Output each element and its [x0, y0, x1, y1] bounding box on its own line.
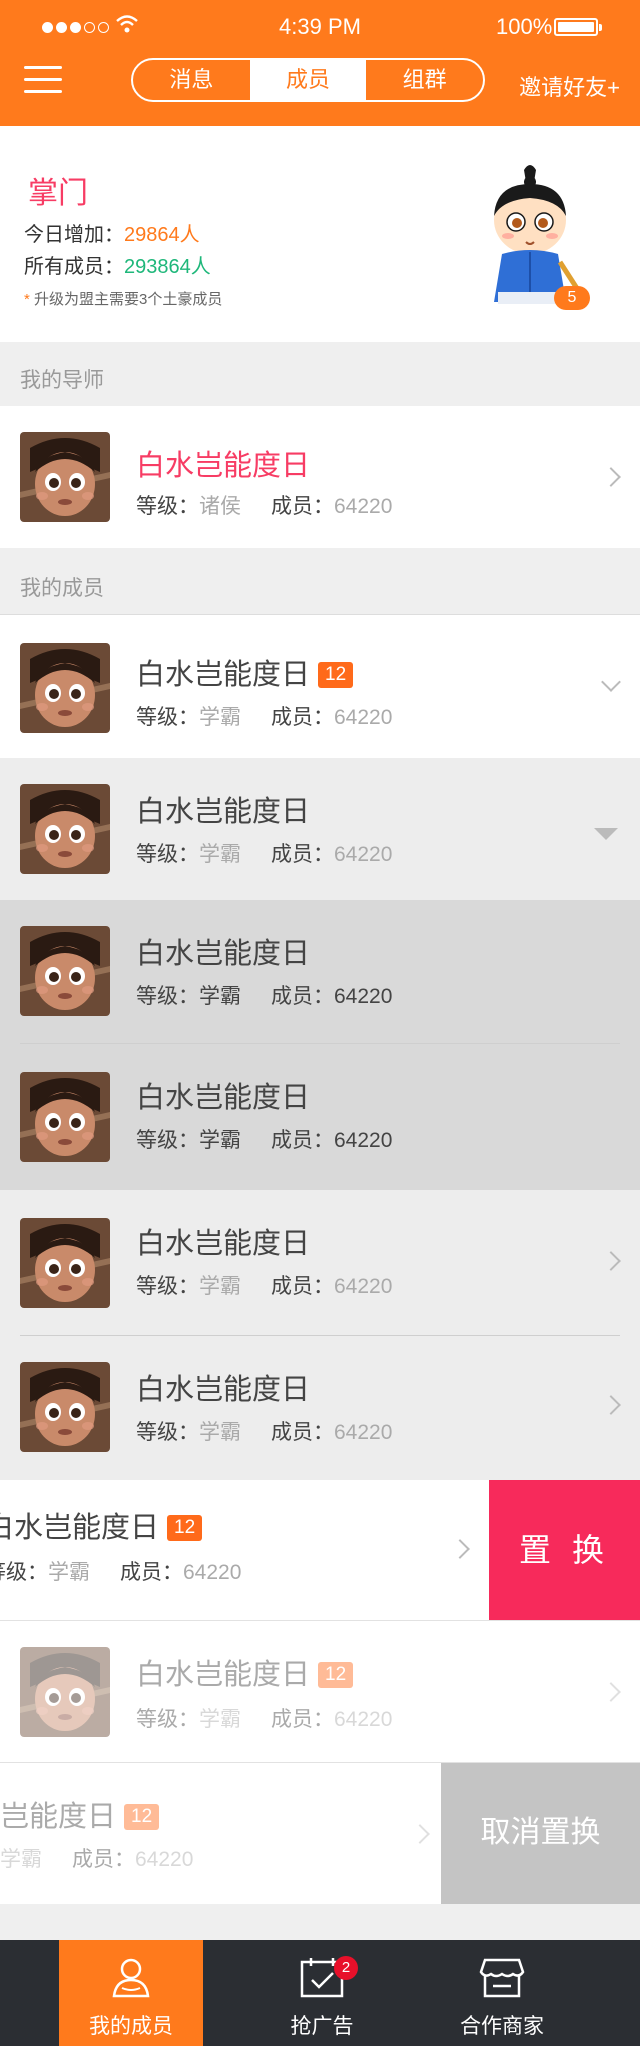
triangle-down-icon[interactable]: [594, 828, 618, 840]
list-item[interactable]: 白水岂能度日 等级：学霸 成员：64220: [0, 900, 640, 1044]
list-item[interactable]: 白水岂能度日 等级：学霸 成员：64220: [0, 1336, 640, 1480]
list-item[interactable]: 白水岂能度日 等级：学霸 成员：64220: [0, 758, 640, 900]
members-section-label: 我的成员: [20, 577, 104, 600]
member-info: 等级：诸侯 成员：64220: [136, 495, 393, 518]
member-name: 白水岂能度日 12: [136, 1651, 354, 1693]
member-name: 白水岂能度日: [136, 1228, 311, 1260]
member-info: 等级：学霸成员：64220: [136, 706, 393, 729]
today-increase: 今日增加：29864人: [24, 224, 200, 246]
chevron-right-icon: [601, 1251, 621, 1271]
notification-badge: 2: [334, 1956, 358, 1980]
avatar: [20, 1072, 110, 1162]
tab-members[interactable]: 成员: [249, 60, 367, 100]
upgrade-note: * 升级为盟主需要3个土豪成员: [24, 291, 223, 308]
member-info: 等级：学霸成员：64220: [136, 1275, 393, 1298]
list-item[interactable]: 白水岂能度日 等级：学霸 成员：64220: [0, 1190, 640, 1336]
member-name: 白水岂能度日: [136, 450, 311, 482]
member-name: 白水岂能度日 12: [136, 651, 354, 693]
chevron-right-icon: [601, 1395, 621, 1415]
chevron-right-icon: [601, 467, 621, 487]
list-item-swiped[interactable]: 岂能度日 12 学霸 成员：64220 取消置换: [0, 1762, 640, 1904]
mentor-row[interactable]: 白水岂能度日 等级：诸侯 成员：64220: [0, 406, 640, 548]
count-badge: 12: [318, 662, 354, 688]
segment-tabs: 消息 成员 组群: [131, 58, 485, 102]
bottom-tab-bar: 我的成员 2 抢广告 合作商家: [0, 1940, 640, 2046]
tab-partner-merchants[interactable]: 合作商家: [430, 1940, 574, 2046]
member-name: 白水岂能度日: [136, 938, 311, 970]
list-item-swiped[interactable]: 白水岂能度日12 等级：学霸成员：64220 置 换: [0, 1480, 640, 1620]
list-item[interactable]: 白水岂能度日 12 等级：学霸 成员：64220: [0, 1620, 640, 1762]
avatar: [20, 926, 110, 1016]
count-badge: 12: [124, 1804, 160, 1830]
avatar: [20, 784, 110, 874]
mentor-section-label: 我的导师: [20, 369, 104, 392]
avatar: [20, 1218, 110, 1308]
avatar: [20, 432, 110, 522]
member-name: 白水岂能度日: [136, 1082, 311, 1114]
status-bar: 4:39 PM 100%: [0, 14, 640, 39]
avatar: [20, 1362, 110, 1452]
profile-card: 掌门 今日增加：29864人 所有成员：293864人 * 升级为盟主需要3个土…: [0, 126, 640, 342]
list-item[interactable]: 白水岂能度日 等级：学霸 成员：64220: [0, 1044, 640, 1190]
list-item[interactable]: 白水岂能度日 12 等级：学霸 成员：64220: [0, 614, 640, 758]
member-info: 等级：学霸成员：64220: [136, 1421, 393, 1444]
member-info: 等级：学霸成员：64220: [0, 1561, 242, 1584]
swap-button[interactable]: 置 换: [489, 1480, 640, 1620]
member-name: 岂能度日 12: [0, 1793, 160, 1835]
total-members: 所有成员：293864人: [24, 256, 211, 278]
battery-icon: [554, 18, 602, 36]
tab-label: 我的成员: [89, 2015, 173, 2038]
member-info: 等级：学霸成员：64220: [136, 985, 393, 1008]
invite-friends-button[interactable]: 邀请好友+: [519, 70, 620, 102]
member-info: 等级：学霸成员：64220: [136, 1129, 393, 1152]
chevron-down-icon[interactable]: [601, 672, 621, 692]
rank-title: 掌门: [28, 177, 88, 210]
today-increase-value: 29864人: [124, 224, 200, 246]
member-name: 白水岂能度日: [136, 796, 311, 828]
member-info: 等级：学霸成员：64220: [136, 1708, 393, 1731]
menu-icon[interactable]: [24, 66, 62, 96]
cancel-swap-button[interactable]: 取消置换: [441, 1763, 640, 1904]
chevron-right-icon: [450, 1539, 470, 1559]
chevron-right-icon: [410, 1824, 430, 1844]
tab-groups[interactable]: 组群: [366, 60, 483, 100]
level-badge: 5: [554, 286, 590, 310]
tab-messages[interactable]: 消息: [133, 60, 250, 100]
count-badge: 12: [167, 1515, 203, 1541]
member-info: 等级：学霸成员：64220: [136, 843, 393, 866]
tab-label: 合作商家: [460, 2015, 544, 2038]
member-name: 白水岂能度日: [136, 1374, 311, 1406]
store-icon: [479, 1958, 525, 1998]
members-icon: [112, 1958, 150, 1998]
member-info: 学霸 成员：64220: [0, 1848, 194, 1871]
app-header: 4:39 PM 100% 消息 成员 组群 邀请好友+: [0, 0, 640, 126]
tab-my-members[interactable]: 我的成员: [59, 1940, 203, 2046]
avatar: [20, 643, 110, 733]
battery-percent: 100%: [496, 14, 553, 39]
tab-grab-ads[interactable]: 2 抢广告: [250, 1940, 394, 2046]
tab-label: 抢广告: [290, 2015, 354, 2038]
count-badge: 12: [318, 1662, 354, 1688]
chevron-right-icon: [601, 1682, 621, 1702]
avatar: [20, 1647, 110, 1737]
member-name: 白水岂能度日 12: [0, 1504, 203, 1546]
total-members-value: 293864人: [124, 256, 211, 278]
